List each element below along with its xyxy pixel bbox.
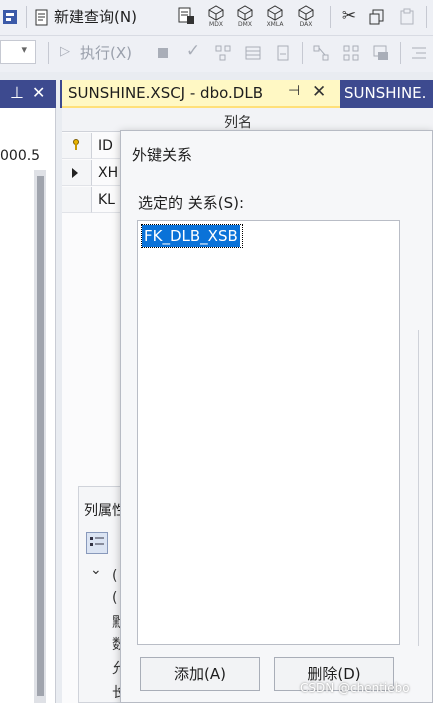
new-query-button[interactable]: 新建查询(N) bbox=[32, 7, 166, 29]
watermark: CSDN @chentiebo bbox=[300, 681, 410, 695]
table-row[interactable]: XH bbox=[92, 160, 122, 186]
object-explorer-panel bbox=[0, 108, 56, 703]
properties-divider bbox=[418, 330, 419, 646]
object-explorer-header: ⊥ ✕ bbox=[0, 80, 56, 108]
toolbar-sql-editor: ▾ ▷ 执行(X) ✓ bbox=[0, 36, 433, 72]
toolbar-separator bbox=[48, 42, 49, 64]
results-grid-icon[interactable] bbox=[244, 44, 262, 62]
indent-icon[interactable] bbox=[410, 44, 428, 62]
close-icon[interactable]: ✕ bbox=[32, 83, 45, 103]
tab-dlb-design[interactable]: SUNSHINE.XSCJ - dbo.DLB ⊣ ✕ bbox=[62, 80, 340, 108]
stop-icon[interactable] bbox=[158, 48, 168, 58]
toolbar-separator bbox=[302, 42, 303, 64]
dax-query-button[interactable]: DAX bbox=[294, 4, 318, 32]
cut-icon[interactable]: ✂ bbox=[340, 8, 358, 26]
column-properties-title: 列属性 bbox=[84, 503, 120, 519]
table-row[interactable]: ID bbox=[92, 133, 122, 159]
toolbar-separator bbox=[330, 6, 331, 28]
comment-icon[interactable] bbox=[372, 44, 390, 62]
chevron-down-icon: ▾ bbox=[21, 43, 27, 56]
execute-button[interactable]: ▷ 执行(X) bbox=[58, 42, 144, 64]
cube-icon bbox=[298, 5, 314, 21]
table-row[interactable]: KL bbox=[92, 187, 122, 213]
focus-rectangle bbox=[141, 224, 243, 248]
toolbar-standard: 新建查询(N) MDX DMX XMLA DAX ✂ bbox=[0, 0, 433, 36]
solution-icon[interactable] bbox=[2, 8, 20, 26]
pin-icon[interactable]: ⊥ bbox=[10, 83, 24, 103]
chevron-down-icon[interactable]: ⌄ bbox=[90, 562, 102, 578]
database-combobox[interactable]: ▾ bbox=[0, 40, 36, 64]
copy-icon[interactable] bbox=[368, 8, 386, 26]
key-icon bbox=[73, 139, 79, 150]
table-icon[interactable] bbox=[342, 44, 360, 62]
results-file-icon[interactable] bbox=[274, 44, 292, 62]
mdx-label: MDX bbox=[209, 21, 223, 28]
property-row[interactable]: ( bbox=[112, 590, 117, 606]
tab-label: SUNSHINE.XSCJ - dbo.DLB bbox=[68, 84, 263, 102]
toolbar-separator bbox=[426, 6, 427, 28]
db-query-icon bbox=[178, 7, 194, 24]
property-row[interactable]: ( bbox=[112, 568, 117, 584]
relations-listbox[interactable] bbox=[137, 220, 400, 645]
dax-label: DAX bbox=[299, 21, 313, 28]
check-icon[interactable]: ✓ bbox=[184, 43, 202, 63]
execute-label: 执行(X) bbox=[80, 44, 132, 62]
new-query-label: 新建查询(N) bbox=[54, 8, 137, 26]
cube-icon bbox=[208, 5, 224, 21]
column-name-header: 列名 bbox=[224, 115, 252, 131]
dmx-label: DMX bbox=[238, 21, 252, 28]
database-engine-query-button[interactable] bbox=[176, 6, 198, 30]
scrollbar-thumb[interactable] bbox=[37, 176, 44, 696]
dmx-query-button[interactable]: DMX bbox=[233, 4, 257, 32]
row-selector[interactable] bbox=[62, 187, 92, 213]
play-icon: ▷ bbox=[60, 44, 70, 59]
xmla-query-button[interactable]: XMLA bbox=[262, 4, 288, 32]
close-tab-icon[interactable]: ✕ bbox=[312, 82, 326, 102]
cube-icon bbox=[267, 5, 283, 21]
cube-icon bbox=[237, 5, 253, 21]
selected-relations-label: 选定的 关系(S): bbox=[138, 194, 245, 212]
row-pointer-icon bbox=[72, 168, 78, 178]
mdx-query-button[interactable]: MDX bbox=[204, 4, 228, 32]
xmla-label: XMLA bbox=[266, 21, 284, 28]
toolbar-separator bbox=[400, 42, 401, 64]
new-query-icon bbox=[35, 9, 48, 26]
row-selector[interactable] bbox=[62, 160, 92, 186]
diagram-icon[interactable] bbox=[312, 44, 330, 62]
toolbar-separator bbox=[26, 6, 27, 28]
tab-other-document[interactable]: SUNSHINE. bbox=[344, 84, 426, 102]
query-plan-icon[interactable] bbox=[214, 44, 232, 62]
dialog-title: 外键关系 bbox=[132, 146, 193, 164]
row-selector[interactable] bbox=[62, 133, 92, 159]
pin-tab-icon[interactable]: ⊣ bbox=[288, 83, 300, 99]
panel-cell-value: 000.5 bbox=[0, 148, 41, 164]
categorized-icon[interactable] bbox=[86, 532, 108, 554]
add-button[interactable]: 添加(A) bbox=[140, 657, 260, 691]
paste-icon[interactable] bbox=[398, 8, 416, 26]
